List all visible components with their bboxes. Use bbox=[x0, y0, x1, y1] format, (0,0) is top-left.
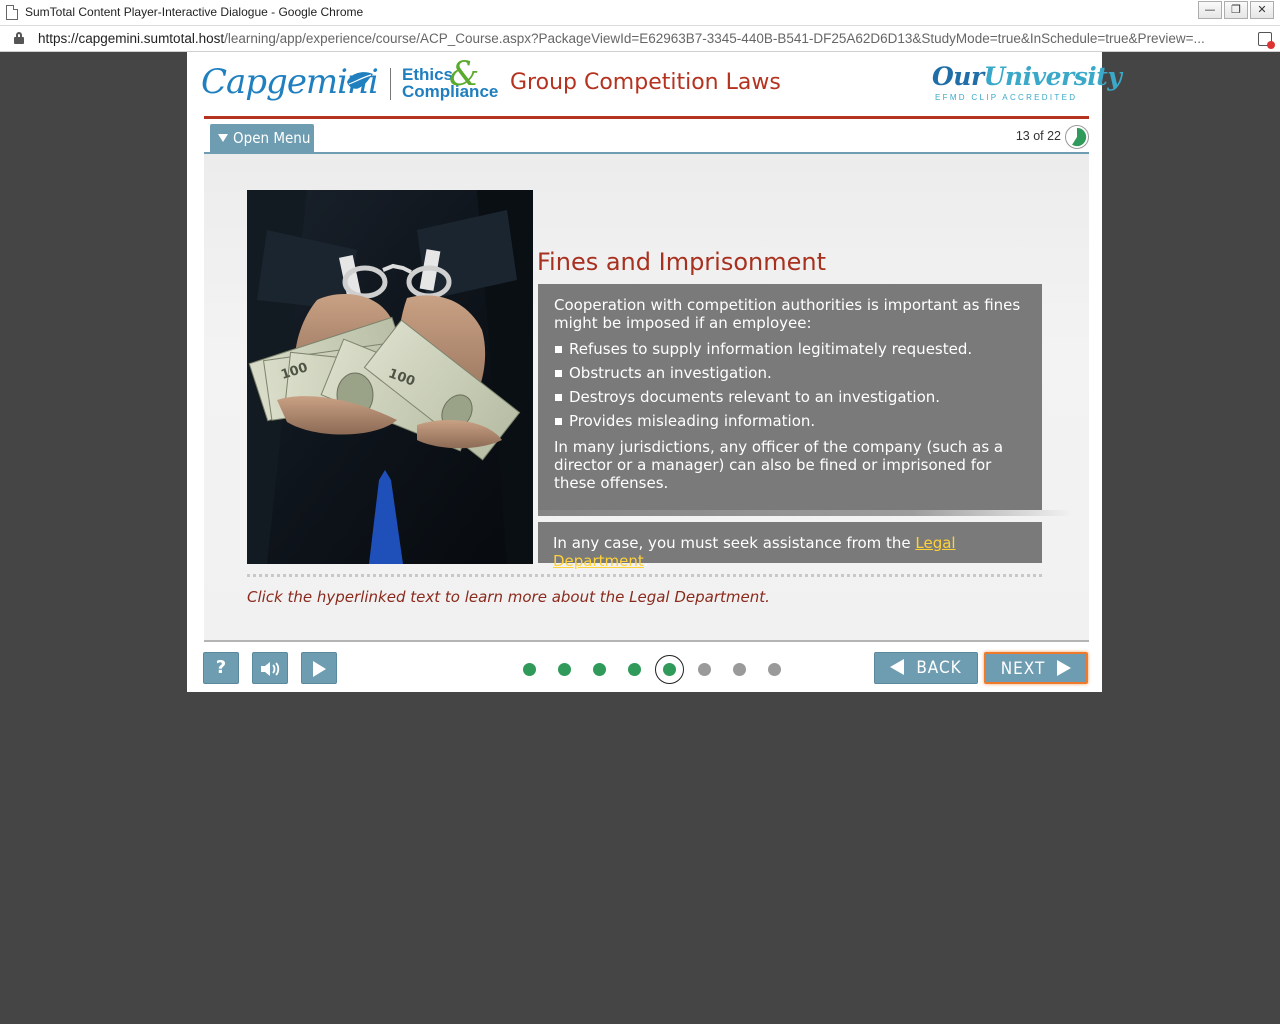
arrow-right-icon bbox=[1057, 660, 1072, 676]
next-label: NEXT bbox=[1000, 659, 1046, 679]
intro-text: Cooperation with competition authorities… bbox=[554, 296, 1021, 332]
instruction-text: Click the hyperlinked text to learn more… bbox=[247, 588, 770, 606]
restore-button[interactable]: ❐ bbox=[1224, 1, 1248, 19]
url-path: /learning/app/experience/course/ACP_Cour… bbox=[224, 31, 1205, 46]
audio-button[interactable] bbox=[252, 652, 288, 684]
page-dots bbox=[512, 655, 792, 684]
player-footer: ? BACK NEXT bbox=[203, 644, 1089, 692]
caret-down-icon bbox=[218, 134, 228, 142]
our-university-logo: OurUniversity bbox=[932, 62, 1122, 91]
list-item: Destroys documents relevant to an invest… bbox=[554, 388, 1026, 406]
page-dot[interactable] bbox=[512, 656, 547, 682]
handcuffs-money-photo: 100 100 bbox=[247, 190, 533, 564]
help-button[interactable]: ? bbox=[203, 652, 239, 684]
list-item: Refuses to supply information legitimate… bbox=[554, 340, 1026, 358]
address-bar[interactable]: https://capgemini.sumtotal.host/learning… bbox=[0, 26, 1280, 52]
play-icon bbox=[312, 661, 326, 677]
legal-callout: In any case, you must seek assistance fr… bbox=[538, 522, 1042, 570]
url-text[interactable]: https://capgemini.sumtotal.host/learning… bbox=[38, 31, 1205, 46]
progress-pie-icon bbox=[1065, 125, 1089, 149]
content-textbox: Cooperation with competition authorities… bbox=[538, 284, 1042, 510]
closing-text: In many jurisdictions, any officer of th… bbox=[554, 438, 1004, 492]
extension-icon[interactable] bbox=[1258, 32, 1275, 49]
course-player: Capgemini Ethics Compliance & Group Comp… bbox=[187, 52, 1122, 692]
page-dot[interactable] bbox=[547, 656, 582, 682]
footer-divider bbox=[204, 640, 1089, 642]
back-button[interactable]: BACK bbox=[874, 652, 978, 684]
menu-bar: Open Menu 13 of 22 bbox=[204, 123, 1089, 153]
browser-titlebar: SumTotal Content Player-Interactive Dial… bbox=[0, 0, 1280, 26]
ampersand-mark: & bbox=[449, 54, 480, 94]
open-menu-label: Open Menu bbox=[233, 129, 311, 147]
list-item: Obstructs an investigation. bbox=[554, 364, 1026, 382]
page-dot[interactable] bbox=[687, 656, 722, 682]
page-dot[interactable] bbox=[722, 656, 757, 682]
lock-icon bbox=[14, 32, 24, 44]
page-dot[interactable] bbox=[582, 656, 617, 682]
accreditation-text: EFMD CLIP ACCREDITED bbox=[935, 93, 1078, 102]
minimize-button[interactable]: — bbox=[1198, 1, 1222, 19]
page-dot[interactable] bbox=[757, 656, 792, 682]
arrow-left-icon bbox=[890, 659, 905, 675]
speaker-icon bbox=[261, 662, 280, 676]
window-title: SumTotal Content Player-Interactive Dial… bbox=[25, 5, 364, 19]
page-dot[interactable] bbox=[617, 656, 652, 682]
legal-prefix: In any case, you must seek assistance fr… bbox=[553, 534, 916, 552]
next-button[interactable]: NEXT bbox=[984, 652, 1088, 684]
course-title: Group Competition Laws bbox=[510, 70, 781, 95]
dotted-divider bbox=[247, 574, 1042, 577]
slide-stage: 100 100 Fines and Imprisonment Cooperati… bbox=[204, 154, 1089, 640]
page-dot-current[interactable] bbox=[652, 655, 687, 684]
list-item: Provides misleading information. bbox=[554, 412, 1026, 430]
close-window-button[interactable]: ✕ bbox=[1250, 1, 1274, 19]
open-menu-button[interactable]: Open Menu bbox=[210, 124, 314, 152]
our-word: Our bbox=[932, 62, 984, 91]
capgemini-spade-icon bbox=[347, 72, 373, 89]
logo-divider bbox=[390, 68, 391, 100]
document-icon bbox=[6, 5, 18, 20]
back-label: BACK bbox=[916, 658, 962, 678]
page-progress-text: 13 of 22 bbox=[1015, 129, 1061, 143]
textbox-shadow bbox=[538, 510, 1072, 516]
play-button[interactable] bbox=[301, 652, 337, 684]
university-word: University bbox=[983, 62, 1122, 91]
course-header: Capgemini Ethics Compliance & Group Comp… bbox=[187, 52, 1122, 116]
window-controls: — ❐ ✕ bbox=[1198, 1, 1274, 19]
header-divider bbox=[204, 116, 1089, 119]
help-icon: ? bbox=[215, 657, 227, 678]
violation-list: Refuses to supply information legitimate… bbox=[554, 340, 1026, 430]
slide-heading: Fines and Imprisonment bbox=[537, 248, 827, 276]
legal-suffix: . bbox=[643, 552, 649, 570]
url-host: https://capgemini.sumtotal.host bbox=[38, 31, 225, 46]
